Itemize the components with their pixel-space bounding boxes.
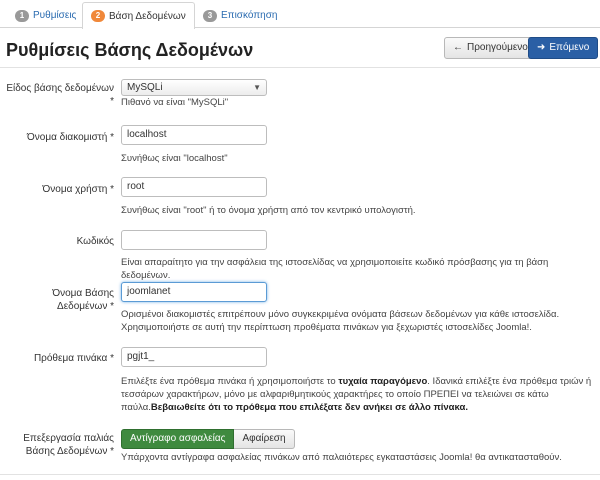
previous-button[interactable]: ← Προηγούμενο [444, 37, 537, 59]
tab-database[interactable]: 2 Βάση Δεδομένων [82, 2, 195, 29]
backup-button[interactable]: Αντίγραφο ασφαλείας [121, 429, 235, 449]
password-input[interactable] [121, 230, 267, 250]
db-type-help: Πιθανό να είναι "MySQLi" [121, 97, 229, 108]
host-value: localhost [127, 129, 167, 140]
password-help: Είναι απαραίτητο για την ασφάλεια της ισ… [121, 257, 549, 281]
tab-overview[interactable]: 3 Επισκόπηση [194, 2, 286, 28]
db-name-value: joomlanet [127, 286, 171, 297]
previous-button-label: Προηγούμενο [467, 42, 528, 53]
user-label: Όνομα χρήστη * [42, 184, 114, 195]
db-type-select[interactable]: MySQLi ▼ [121, 79, 267, 96]
user-input[interactable]: root [121, 177, 267, 197]
arrow-right-icon: ➜ [537, 42, 546, 53]
db-type-label: Είδος βάσης δεδομένων * [6, 83, 114, 107]
old-db-label: Επεξεργασία παλιάς Βάσης Δεδομένων * [23, 433, 114, 457]
remove-button[interactable]: Αφαίρεση [234, 429, 295, 449]
old-db-help: Υπάρχοντα αντίγραφα ασφαλείας πινάκων απ… [121, 452, 562, 463]
prefix-help-text: Επιλέξτε ένα πρόθεμα πινάκα ή χρησιμοποι… [121, 376, 339, 387]
next-button-label: Επόμενο [549, 42, 590, 53]
host-label: Όνομα διακομιστή * [27, 132, 114, 143]
user-value: root [127, 181, 145, 192]
tab-label: Βάση Δεδομένων [109, 10, 186, 22]
db-type-value: MySQLi [127, 82, 163, 93]
step-number-badge: 1 [15, 9, 29, 22]
tab-label: Ρυθμίσεις [33, 10, 77, 21]
tab-label: Επισκόπηση [221, 10, 278, 21]
db-name-input[interactable]: joomlanet [121, 282, 267, 302]
prefix-help-text: . Ιδανικά επιλέξτε ένα πρόθεμα τριών ή [427, 376, 592, 387]
prefix-help-text: παύλα. [121, 402, 151, 413]
tab-settings[interactable]: 1 Ρυθμίσεις [6, 2, 85, 28]
page-title: Ρυθμίσεις Βάσης Δεδομένων [6, 40, 254, 60]
chevron-down-icon: ▼ [253, 83, 261, 92]
host-help: Συνήθως είναι "localhost" [121, 153, 228, 164]
divider [0, 474, 600, 475]
user-help: Συνήθως είναι "root" ή το όνομα χρήστη α… [121, 205, 416, 216]
next-button[interactable]: ➜ Επόμενο [528, 37, 599, 59]
db-name-help-line1: Ορισμένοι διακομιστές επιτρέπουν μόνο συ… [121, 309, 560, 320]
prefix-input[interactable]: pgjt1_ [121, 347, 267, 367]
host-input[interactable]: localhost [121, 125, 267, 145]
step-number-badge: 2 [91, 10, 105, 22]
db-name-help-line2: Χρησιμοποιήστε σε αυτή την περίπτωση προ… [121, 322, 532, 333]
prefix-help-line2: τεσσάρων χαρακτήρων, μόνο με αλφαριθμητι… [121, 389, 549, 400]
step-tabs: 1 Ρυθμίσεις 2 Βάση Δεδομένων 3 Επισκόπησ… [0, 0, 600, 29]
prefix-help-warning: Βεβαιωθείτε ότι το πρόθεμα που επιλέξατε… [150, 402, 468, 413]
prefix-value: pgjt1_ [127, 351, 155, 362]
old-db-toggle: Αντίγραφο ασφαλείας Αφαίρεση [121, 429, 295, 449]
prefix-label: Πρόθεμα πινάκα * [33, 353, 114, 364]
password-label: Κωδικός [76, 236, 114, 247]
db-name-label: Όνομα Βάσης Δεδομένων * [52, 288, 114, 312]
prefix-help-emphasis: τυχαία παραγόμενο [338, 376, 428, 387]
prefix-help-line3: παύλα.Βεβαιωθείτε ότι το πρόθεμα που επι… [121, 402, 468, 415]
prefix-help-line1: Επιλέξτε ένα πρόθεμα πινάκα ή χρησιμοποι… [121, 376, 591, 389]
step-number-badge: 3 [203, 9, 217, 22]
arrow-left-icon: ← [453, 42, 463, 53]
